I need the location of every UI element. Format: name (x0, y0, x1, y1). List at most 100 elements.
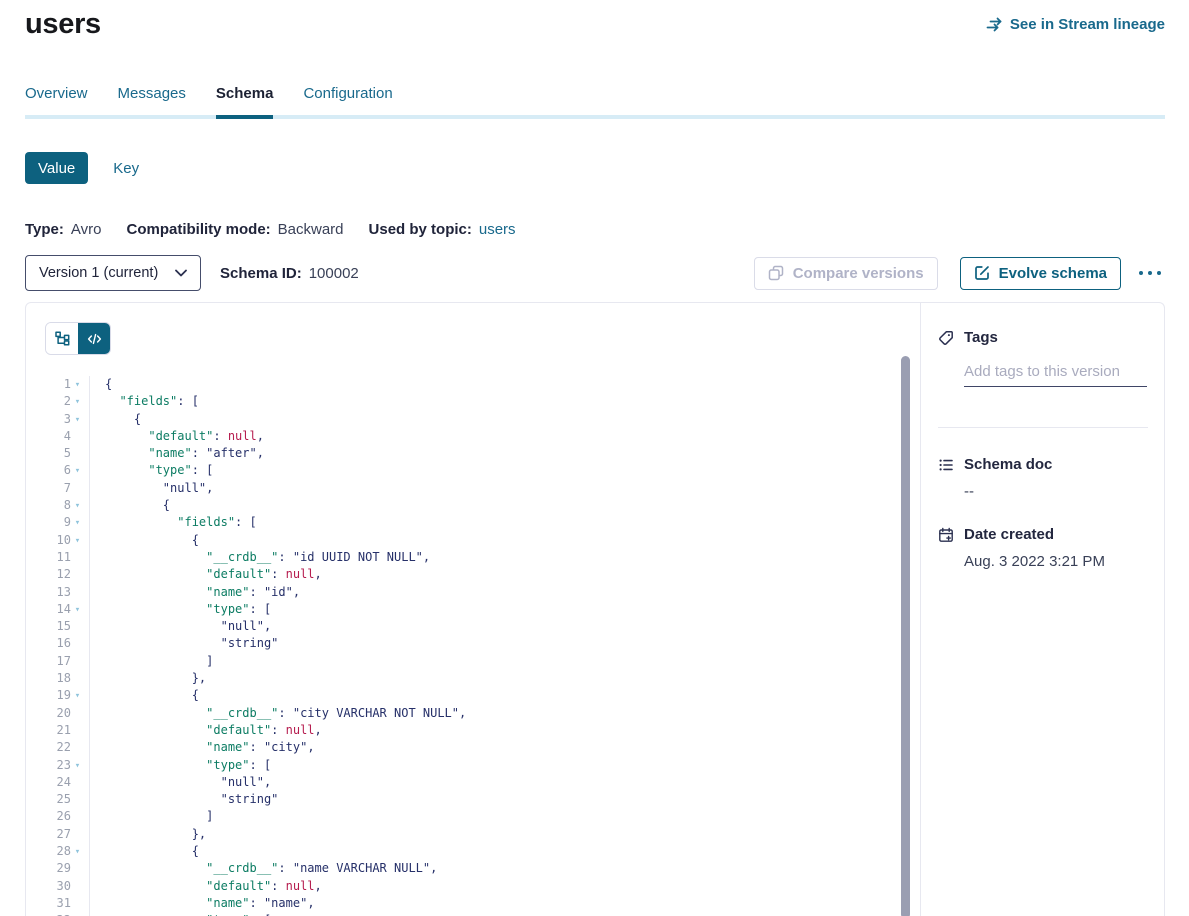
code-line: 11 "__crdb__": "id UUID NOT NULL", (26, 549, 920, 566)
tab-bar: Overview Messages Schema Configuration (25, 85, 1165, 119)
tree-view-button[interactable] (46, 323, 78, 354)
schema-id-label: Schema ID: (220, 265, 302, 282)
meta-compatibility: Compatibility mode: Backward (126, 221, 343, 238)
compare-versions-button[interactable]: Compare versions (754, 257, 938, 290)
list-icon (938, 457, 954, 473)
code-line: 12 "default": null, (26, 566, 920, 583)
fold-arrow-icon[interactable] (71, 531, 84, 550)
code-line-text: { (90, 532, 199, 549)
line-number: 28 (43, 843, 71, 860)
page-header: users See in Stream lineage (25, 0, 1165, 41)
used-by-topic-label: Used by topic: (369, 221, 472, 238)
code-line-text: "fields": [ (90, 514, 257, 531)
line-gutter: 21 (26, 722, 90, 739)
fold-arrow-icon[interactable] (71, 686, 84, 705)
schema-editor: 1{2 "fields": [3 {4 "default": null,5 "n… (26, 303, 920, 916)
editor-scrollbar-thumb[interactable] (901, 356, 910, 916)
fold-arrow-icon[interactable] (71, 600, 84, 619)
schema-panel: 1{2 "fields": [3 {4 "default": null,5 "n… (25, 302, 1165, 916)
line-gutter: 9 (26, 514, 90, 531)
line-gutter: 30 (26, 878, 90, 895)
fold-arrow-icon[interactable] (71, 461, 84, 480)
fold-arrow-icon[interactable] (71, 911, 84, 916)
code-line: 32 "type": [ (26, 912, 920, 916)
line-gutter: 4 (26, 428, 90, 445)
code-view-icon (87, 332, 102, 346)
code-line: 19 { (26, 687, 920, 704)
line-gutter: 23 (26, 757, 90, 774)
line-number: 31 (43, 895, 71, 912)
line-gutter: 16 (26, 635, 90, 652)
schema-page: users See in Stream lineage Overview Mes… (0, 0, 1189, 916)
edit-icon (974, 265, 990, 281)
version-select[interactable]: Version 1 (current) (25, 255, 201, 291)
code-line: 1{ (26, 376, 920, 393)
compare-versions-label: Compare versions (793, 265, 924, 282)
code-line: 2 "fields": [ (26, 393, 920, 410)
tab-overview[interactable]: Overview (25, 85, 88, 119)
used-by-topic-link[interactable]: users (479, 221, 516, 238)
code-line: 22 "name": "city", (26, 739, 920, 756)
more-actions-button[interactable] (1135, 265, 1165, 281)
schema-doc-section: Schema doc -- (938, 456, 1148, 500)
add-tags-input[interactable] (964, 359, 1147, 387)
ellipsis-icon (1137, 269, 1163, 277)
meta-used-by-topic: Used by topic: users (369, 221, 516, 238)
line-number: 6 (43, 462, 71, 479)
type-value: Avro (71, 221, 102, 238)
code-line-text: "type": [ (90, 757, 271, 774)
code-line-text: { (90, 843, 199, 860)
calendar-plus-icon (938, 527, 954, 543)
tab-messages[interactable]: Messages (118, 85, 186, 119)
line-number: 25 (43, 791, 71, 808)
code-line: 20 "__crdb__": "city VARCHAR NOT NULL", (26, 705, 920, 722)
line-gutter: 12 (26, 566, 90, 583)
code-line-text: "type": [ (90, 912, 271, 916)
line-number: 19 (43, 687, 71, 704)
schema-doc-value: -- (964, 483, 1148, 500)
code-view-button[interactable] (78, 323, 110, 354)
line-gutter: 28 (26, 843, 90, 860)
meta-type: Type: Avro (25, 221, 101, 238)
tab-schema[interactable]: Schema (216, 85, 274, 119)
code-line: 3 { (26, 411, 920, 428)
value-toggle-button[interactable]: Value (25, 152, 88, 184)
tag-icon (938, 330, 954, 346)
code-line: 21 "default": null, (26, 722, 920, 739)
code-line-text: "__crdb__": "name VARCHAR NULL", (90, 860, 437, 877)
editor-view-toggle (45, 322, 111, 355)
code-line-text: "default": null, (90, 878, 322, 895)
fold-arrow-icon[interactable] (71, 842, 84, 861)
line-number: 22 (43, 739, 71, 756)
chevron-down-icon (175, 269, 187, 277)
line-number: 17 (43, 653, 71, 670)
code-line: 31 "name": "name", (26, 895, 920, 912)
code-line: 4 "default": null, (26, 428, 920, 445)
line-number: 29 (43, 860, 71, 877)
line-number: 11 (43, 549, 71, 566)
code-line-text: }, (90, 826, 206, 843)
tab-configuration[interactable]: Configuration (303, 85, 392, 119)
code-line-text: "string" (90, 635, 278, 652)
line-number: 21 (43, 722, 71, 739)
code-line: 15 "null", (26, 618, 920, 635)
see-in-stream-lineage-link[interactable]: See in Stream lineage (986, 16, 1165, 33)
version-toolbar: Version 1 (current) Schema ID: 100002 Co… (25, 255, 1165, 291)
key-toggle-button[interactable]: Key (113, 160, 139, 177)
evolve-schema-button[interactable]: Evolve schema (960, 257, 1121, 290)
line-number: 13 (43, 584, 71, 601)
code-line-text: "string" (90, 791, 278, 808)
line-number: 20 (43, 705, 71, 722)
line-number: 23 (43, 757, 71, 774)
code-line-text: ] (90, 653, 213, 670)
line-gutter: 19 (26, 687, 90, 704)
code-line-text: "null", (90, 618, 271, 635)
fold-arrow-icon[interactable] (71, 756, 84, 775)
line-number: 16 (43, 635, 71, 652)
line-gutter: 1 (26, 376, 90, 393)
code-line-text: { (90, 687, 199, 704)
fold-arrow-icon[interactable] (71, 410, 84, 429)
date-created-value: Aug. 3 2022 3:21 PM (964, 553, 1148, 570)
lineage-link-label: See in Stream lineage (1010, 16, 1165, 33)
code-line-text: "null", (90, 480, 213, 497)
